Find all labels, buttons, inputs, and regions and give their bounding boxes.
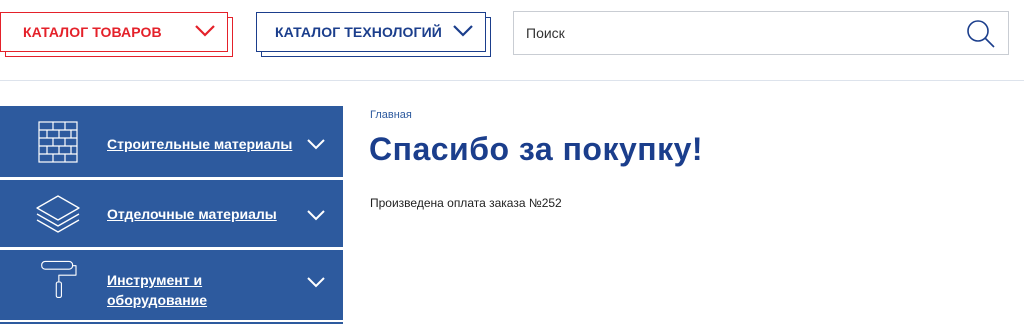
- sidebar-item-label: Отделочные материалы: [107, 206, 277, 222]
- catalog-tech-button[interactable]: КАТАЛОГ ТЕХНОЛОГИЙ: [256, 12, 491, 57]
- sidebar-item-label: Строительные материалы: [107, 136, 293, 152]
- chevron-down-icon: [195, 25, 215, 37]
- search-icon[interactable]: [964, 18, 998, 50]
- chevron-down-icon: [307, 210, 325, 221]
- catalog-tech-label: КАТАЛОГ ТЕХНОЛОГИЙ: [275, 24, 442, 40]
- search-input[interactable]: [514, 12, 944, 54]
- payment-message: Произведена оплата заказа №252: [370, 196, 562, 210]
- catalog-goods-button[interactable]: КАТАЛОГ ТОВАРОВ: [0, 12, 233, 57]
- brick-wall-icon: [38, 121, 78, 163]
- sidebar-item-tools-equipment[interactable]: Инструмент и оборудование: [0, 250, 343, 320]
- catalog-goods-label: КАТАЛОГ ТОВАРОВ: [23, 24, 162, 40]
- sidebar-item-label: оборудование: [107, 292, 208, 308]
- paint-roller-icon: [41, 260, 77, 298]
- chevron-down-icon: [453, 25, 473, 37]
- breadcrumb-home-link[interactable]: Главная: [370, 109, 412, 121]
- sidebar-item-label: Инструмент и: [107, 272, 203, 288]
- chevron-down-icon: [307, 277, 325, 288]
- search-box: [513, 11, 1009, 55]
- sidebar-item-building-materials[interactable]: Строительные материалы: [0, 106, 343, 178]
- sidebar-item-finishing-materials[interactable]: Отделочные материалы: [0, 180, 343, 248]
- divider: [0, 320, 343, 322]
- page-title: Спасибо за покупку!: [369, 131, 704, 167]
- sidebar-menu: Строительные материалы Отделочные матери…: [0, 106, 343, 324]
- header: КАТАЛОГ ТОВАРОВ КАТАЛОГ ТЕХНОЛОГИЙ: [0, 0, 1024, 81]
- layers-icon: [36, 195, 80, 233]
- chevron-down-icon: [307, 139, 325, 150]
